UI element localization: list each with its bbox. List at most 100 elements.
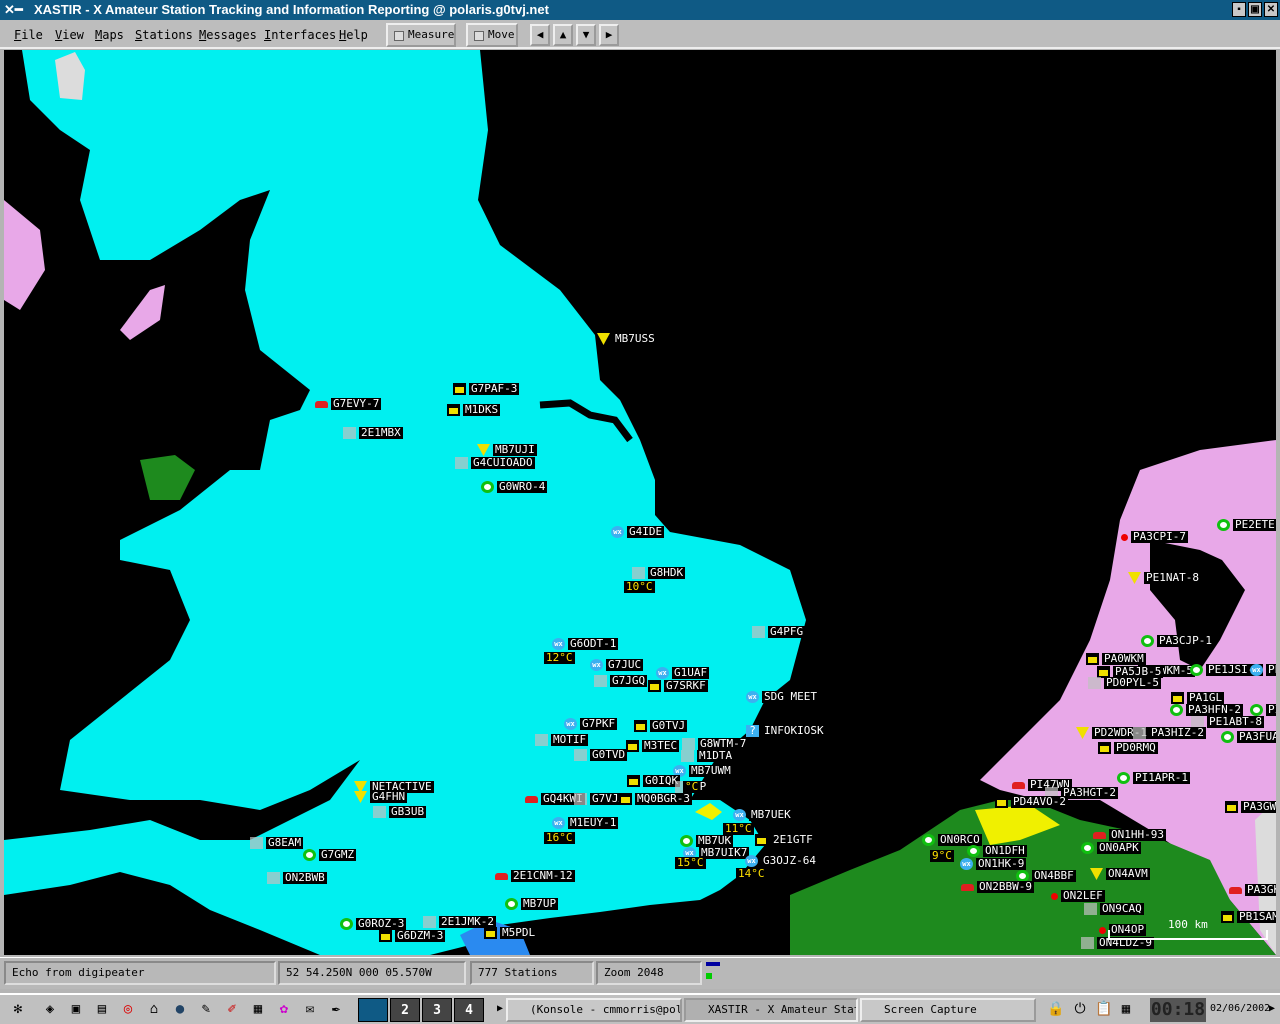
station-g7pkf[interactable]: wx G7PKF [564, 718, 618, 730]
station-pa3gwz[interactable]: PA3GWZ [1225, 801, 1276, 813]
station-mb7uji[interactable]: MB7UJI [477, 444, 537, 456]
menu-view[interactable]: View [55, 28, 84, 42]
menu-stations[interactable]: Stations [135, 28, 193, 42]
lock-icon[interactable]: 🔒 [1046, 999, 1066, 1019]
move-toggle[interactable]: Move [466, 23, 518, 47]
station-pd4avo-2[interactable]: PD4AVO-2 [995, 796, 1068, 808]
station-2e1cnm-12[interactable]: 2E1CNM-12 [495, 870, 575, 882]
station-pa3fua[interactable]: PA3FUA [1221, 731, 1276, 743]
station-m1dks[interactable]: M1DKS [447, 404, 501, 416]
station-m1euy-1[interactable]: wx M1EUY-1 [552, 817, 619, 829]
station-g8hdk[interactable]: G8HDK [632, 567, 686, 579]
station-pe1nat-8[interactable]: PE1NAT-8 [1128, 572, 1201, 584]
home-icon[interactable]: ⌂ [144, 999, 164, 1019]
spreadsheet-icon[interactable]: ▦ [248, 999, 268, 1019]
minimize-button[interactable]: ▪ [1232, 2, 1246, 17]
browser-icon[interactable]: ● [170, 999, 190, 1019]
station-m5pdl[interactable]: M5PDL [484, 927, 538, 939]
station-mb7uwm[interactable]: wx MB7UWM [673, 765, 733, 777]
station-g7paf-3[interactable]: G7PAF-3 [453, 383, 520, 395]
desktop-4[interactable]: 4 [454, 998, 484, 1022]
station-pi1apr-1[interactable]: PI1APR-1 [1117, 772, 1190, 784]
station-g0iqk[interactable]: G0IQK [627, 775, 681, 787]
station-on2bwb[interactable]: ON2BWB [267, 872, 327, 884]
pan-down-button[interactable]: ▼ [576, 24, 596, 46]
terminal-icon[interactable]: ▣ [66, 999, 86, 1019]
panel-hide-icon[interactable]: ▶ [1262, 999, 1280, 1019]
station-2e1gtf[interactable]: 2E1GTF [755, 834, 815, 846]
station-pi[interactable]: PI [1250, 704, 1276, 716]
mail-icon[interactable]: ✉ [300, 999, 320, 1019]
window-list-icon[interactable]: ◈ [40, 999, 60, 1019]
station-sdg-meet[interactable]: wx SDG MEET [746, 691, 819, 703]
task-xastir[interactable]: XASTIR - X Amateur Station [684, 998, 858, 1022]
help-icon[interactable]: ◎ [118, 999, 138, 1019]
menu-maps[interactable]: Maps [95, 28, 124, 42]
desktop-2[interactable]: 2 [390, 998, 420, 1022]
station-on2bbw-9[interactable]: ON2BBW-9 [961, 881, 1034, 893]
task-screen-capture[interactable]: Screen Capture [860, 998, 1036, 1022]
station-g7juc[interactable]: wx G7JUC [590, 659, 644, 671]
station-mq0bgr-3[interactable]: MQ0BGR-3 [619, 793, 692, 805]
pan-right-button[interactable]: ▶ [599, 24, 619, 46]
menu-file[interactable]: File [14, 28, 43, 42]
station-infokiosk[interactable]: ? INFOKIOSK [746, 725, 826, 737]
station-g4ide[interactable]: wx G4IDE [611, 526, 665, 538]
task-konsole[interactable]: (Konsole - cmmorris@polaris: [506, 998, 682, 1022]
k-menu-icon[interactable]: ✻ [8, 999, 28, 1019]
station-on4avm[interactable]: ON4AVM [1090, 868, 1150, 880]
station-g6odt-1[interactable]: wx G6ODT-1 [552, 638, 619, 650]
station-mb7uek[interactable]: wx MB7UEK [733, 809, 793, 821]
station-m3tec[interactable]: M3TEC [626, 740, 680, 752]
desktop-3[interactable]: 3 [422, 998, 452, 1022]
control-center-icon[interactable]: ▤ [92, 999, 112, 1019]
station-pa3gk[interactable]: PA3GK [1229, 884, 1276, 896]
station-g7evy-7[interactable]: G7EVY-7 [315, 398, 382, 410]
logout-icon[interactable]: ⏻ [1070, 999, 1090, 1019]
station-pa3cjp-1[interactable]: PA3CJP-1 [1141, 635, 1214, 647]
station-on1hh-93[interactable]: ON1HH-93 [1093, 829, 1166, 841]
clock[interactable]: 00:18 [1150, 998, 1206, 1022]
station-g4fhn[interactable]: G4FHN [354, 791, 408, 803]
station-motif[interactable]: MOTIF [535, 734, 589, 746]
maximize-button[interactable]: ▣ [1248, 2, 1262, 17]
station-g0tvd[interactable]: G0TVD [574, 749, 628, 761]
station-g0wro-4[interactable]: G0WRO-4 [481, 481, 548, 493]
station-pe2ete-[interactable]: PE2ETE- [1217, 519, 1276, 531]
station-on1dfh[interactable]: ON1DFH [967, 845, 1027, 857]
pen-icon[interactable]: ✒ [326, 999, 346, 1019]
station-on1hk-9[interactable]: wx ON1HK-9 [960, 858, 1027, 870]
station-g6dzm-3[interactable]: G6DZM-3 [379, 930, 446, 942]
station-g0tvj[interactable]: G0TVJ [634, 720, 688, 732]
pan-up-button[interactable]: ▲ [553, 24, 573, 46]
station-mb7up[interactable]: MB7UP [505, 898, 559, 910]
station-m1dta[interactable]: M1DTA [681, 750, 735, 762]
measure-toggle[interactable]: Measure [386, 23, 456, 47]
station-g1uaf[interactable]: wx G1UAF [656, 667, 710, 679]
station-gb3ub[interactable]: GB3UB [373, 806, 427, 818]
menu-help[interactable]: Help [339, 28, 368, 42]
pan-left-button[interactable]: ◀ [530, 24, 550, 46]
station-pa3cpi-7[interactable]: PA3CPI-7 [1121, 531, 1188, 543]
station-pd0pyl-5[interactable]: PD0PYL-5 [1088, 677, 1161, 689]
station-g3ojz-64[interactable]: wx G3OJZ-64 [745, 855, 818, 867]
editor-icon[interactable]: ✐ [222, 999, 242, 1019]
app-icon[interactable]: ✎ [196, 999, 216, 1019]
close-button[interactable]: ✕ [1264, 2, 1278, 17]
station-pa0wkm[interactable]: PA0WKM [1086, 653, 1146, 665]
station-pa3hiz-2[interactable]: PA3HIZ-2 [1133, 727, 1206, 739]
station-mb7uss[interactable]: MB7USS [597, 333, 657, 345]
station-on9caq[interactable]: ON9CAQ [1084, 903, 1144, 915]
station-pe[interactable]: wxPE [1250, 664, 1276, 676]
station-g7srkf[interactable]: G7SRKF [648, 680, 708, 692]
menu-messages[interactable]: Messages [199, 28, 257, 42]
station-g7gmz[interactable]: G7GMZ [303, 849, 357, 861]
station-on0apk[interactable]: ON0APK [1081, 842, 1141, 854]
station-g7jgq[interactable]: G7JGQ [594, 675, 648, 687]
station-2e1mbx[interactable]: 2E1MBX [343, 427, 403, 439]
clipboard-icon[interactable]: 📋 [1094, 999, 1114, 1019]
station-g4cuioado[interactable]: G4CUIOADO [455, 457, 535, 469]
station-g4pfg[interactable]: G4PFG [752, 626, 806, 638]
station-pd0rmq[interactable]: PD0RMQ [1098, 742, 1158, 754]
station-g8eam[interactable]: G8EAM [250, 837, 304, 849]
